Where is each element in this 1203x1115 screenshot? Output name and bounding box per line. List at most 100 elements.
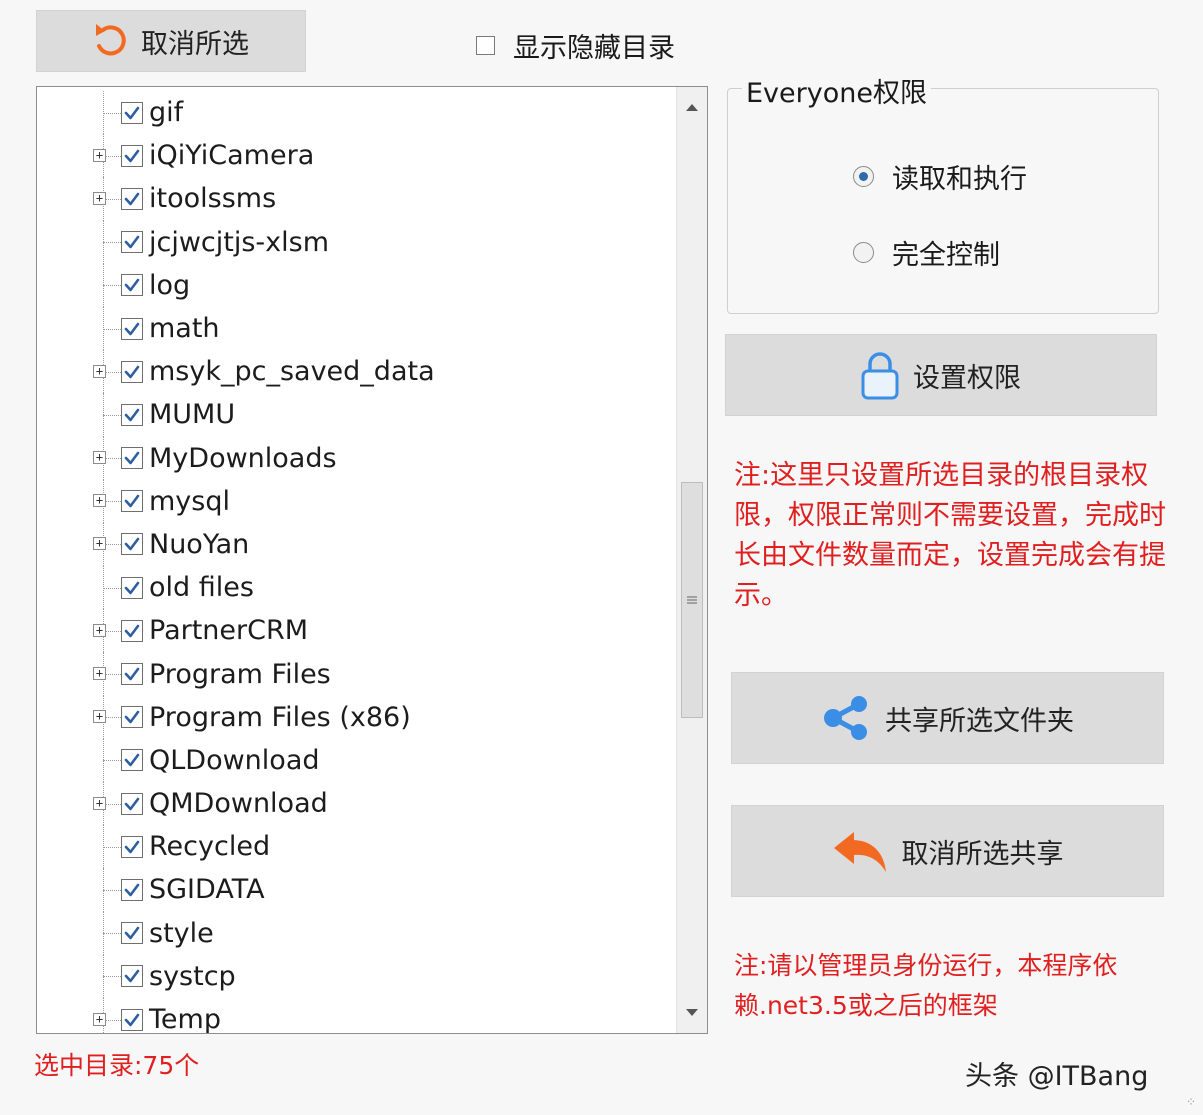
tree-item-label: gif xyxy=(149,97,184,129)
checkmark-icon xyxy=(124,754,140,767)
checkmark-icon xyxy=(124,538,140,551)
tree-item-checkbox[interactable] xyxy=(121,403,143,426)
tree-item[interactable]: QLDownload xyxy=(37,738,677,782)
tree-item-checkbox[interactable] xyxy=(121,965,143,988)
tree-item[interactable]: style xyxy=(37,911,677,955)
scroll-up-arrow-icon[interactable] xyxy=(677,95,707,119)
expand-plus-icon[interactable]: + xyxy=(93,148,106,162)
expand-plus-icon[interactable]: + xyxy=(93,710,106,724)
tree-item-checkbox[interactable] xyxy=(121,274,143,297)
radio-full-control-dot[interactable] xyxy=(853,242,874,263)
show-hidden-checkbox[interactable]: 显示隐藏目录 xyxy=(476,26,675,65)
expand-plus-icon[interactable]: + xyxy=(93,364,106,378)
checkmark-icon xyxy=(124,581,140,594)
tree-item-label: iQiYiCamera xyxy=(149,140,315,172)
tree-item-checkbox[interactable] xyxy=(121,144,143,167)
tree-item-label: Recycled xyxy=(149,831,271,863)
tree-connector-branch xyxy=(103,112,121,114)
checkmark-icon xyxy=(124,970,140,983)
show-hidden-box[interactable] xyxy=(476,36,495,55)
tree-connector-branch xyxy=(103,414,121,416)
watermark-text: 头条 @ITBang xyxy=(965,1061,1149,1092)
tree-item-checkbox[interactable] xyxy=(121,1008,143,1031)
tree-item-checkbox[interactable] xyxy=(121,922,143,945)
checkmark-icon xyxy=(124,365,140,379)
resize-grip-icon[interactable]: ⁘ xyxy=(1186,1095,1197,1109)
expand-plus-icon[interactable]: + xyxy=(93,191,106,205)
everyone-permission-group: Everyone权限 读取和执行 完全控制 xyxy=(727,71,1159,314)
radio-read-execute-dot[interactable] xyxy=(853,166,874,187)
tree-item[interactable]: log xyxy=(37,263,677,307)
tree-item[interactable]: Recycled xyxy=(37,825,677,869)
tree-item[interactable]: MUMU xyxy=(37,393,677,437)
tree-item[interactable]: old files xyxy=(37,566,677,610)
expand-plus-icon[interactable]: + xyxy=(93,667,106,681)
expand-plus-icon[interactable]: + xyxy=(93,796,106,810)
tree-item[interactable]: + PartnerCRM xyxy=(37,609,677,653)
tree-connector-branch xyxy=(103,846,121,848)
tree-item[interactable]: SGIDATA xyxy=(37,868,677,912)
expand-plus-icon[interactable]: + xyxy=(93,451,106,465)
tree-connector-branch xyxy=(103,976,121,978)
tree-item-checkbox[interactable] xyxy=(121,619,143,642)
cancel-select-label: 取消所选 xyxy=(141,28,249,60)
tree-item-checkbox[interactable] xyxy=(121,706,143,729)
expand-plus-icon[interactable]: + xyxy=(93,623,106,637)
scroll-thumb[interactable] xyxy=(681,482,703,718)
set-permission-label: 设置权限 xyxy=(913,362,1021,394)
tree-item-checkbox[interactable] xyxy=(121,231,143,254)
expand-plus-icon[interactable]: + xyxy=(93,537,106,551)
tree-item-checkbox[interactable] xyxy=(121,490,143,513)
tree-item-checkbox[interactable] xyxy=(121,749,143,772)
tree-item[interactable]: + itoolssms xyxy=(37,177,677,221)
checkmark-icon xyxy=(124,192,140,206)
tree-connector-branch xyxy=(103,587,121,589)
tree-item[interactable]: systcp xyxy=(37,954,677,998)
cancel-selected-share-button[interactable]: 取消所选共享 xyxy=(731,805,1164,897)
tree-item[interactable]: + MyDownloads xyxy=(37,436,677,480)
tree-item-checkbox[interactable] xyxy=(121,317,143,340)
tree-item-checkbox[interactable] xyxy=(121,576,143,599)
tree-item-checkbox[interactable] xyxy=(121,101,143,124)
tree-item-checkbox[interactable] xyxy=(121,663,143,686)
checkmark-icon xyxy=(124,797,140,810)
checkmark-icon xyxy=(124,840,140,854)
tree-item[interactable]: + Temp xyxy=(37,997,677,1033)
tree-item[interactable]: + NuoYan xyxy=(37,522,677,567)
cancel-select-button[interactable]: 取消所选 xyxy=(36,10,306,72)
directory-tree[interactable]: gif + iQiYiCamera + itoolssms jcjwcjtjs-xlsm l… xyxy=(36,86,708,1034)
checkmark-icon xyxy=(124,667,140,681)
tree-item[interactable]: + mysql xyxy=(37,479,677,523)
tree-item-checkbox[interactable] xyxy=(121,447,143,470)
tree-item[interactable]: + iQiYiCamera xyxy=(37,134,677,178)
tree-item[interactable]: + Program Files (x86) xyxy=(37,695,677,739)
tree-item-checkbox[interactable] xyxy=(121,360,143,383)
selected-count-status: 选中目录:75个 xyxy=(34,1051,200,1080)
tree-item-label: jcjwcjtjs-xlsm xyxy=(149,226,330,258)
tree-item-label: PartnerCRM xyxy=(149,615,309,647)
radio-read-execute[interactable]: 读取和执行 xyxy=(853,157,1027,196)
tree-item-checkbox[interactable] xyxy=(121,533,143,556)
vertical-scrollbar[interactable] xyxy=(676,87,707,1033)
reply-arrow-icon xyxy=(832,828,888,874)
radio-full-control[interactable]: 完全控制 xyxy=(853,233,1000,272)
tree-item[interactable]: gif xyxy=(37,91,677,135)
tree-item[interactable]: + Program Files xyxy=(37,652,677,696)
expand-plus-icon[interactable]: + xyxy=(93,1012,106,1026)
scroll-down-arrow-icon[interactable] xyxy=(677,1001,707,1025)
tree-item-label: systcp xyxy=(149,960,236,992)
tree-item-checkbox[interactable] xyxy=(121,792,143,815)
tree-item-checkbox[interactable] xyxy=(121,878,143,901)
tree-item[interactable]: + msyk_pc_saved_data xyxy=(37,350,677,394)
tree-item[interactable]: + QMDownload xyxy=(37,782,677,826)
tree-item-checkbox[interactable] xyxy=(121,187,143,210)
share-selected-folders-button[interactable]: 共享所选文件夹 xyxy=(731,672,1164,764)
set-permission-button[interactable]: 设置权限 xyxy=(725,334,1157,416)
tree-item[interactable]: math xyxy=(37,306,677,351)
expand-plus-icon[interactable]: + xyxy=(93,494,106,508)
tree-item[interactable]: jcjwcjtjs-xlsm xyxy=(37,220,677,264)
checkmark-icon xyxy=(124,926,140,940)
tree-item-label: itoolssms xyxy=(149,183,277,215)
tree-item-label: style xyxy=(149,917,214,949)
tree-item-checkbox[interactable] xyxy=(121,835,143,858)
